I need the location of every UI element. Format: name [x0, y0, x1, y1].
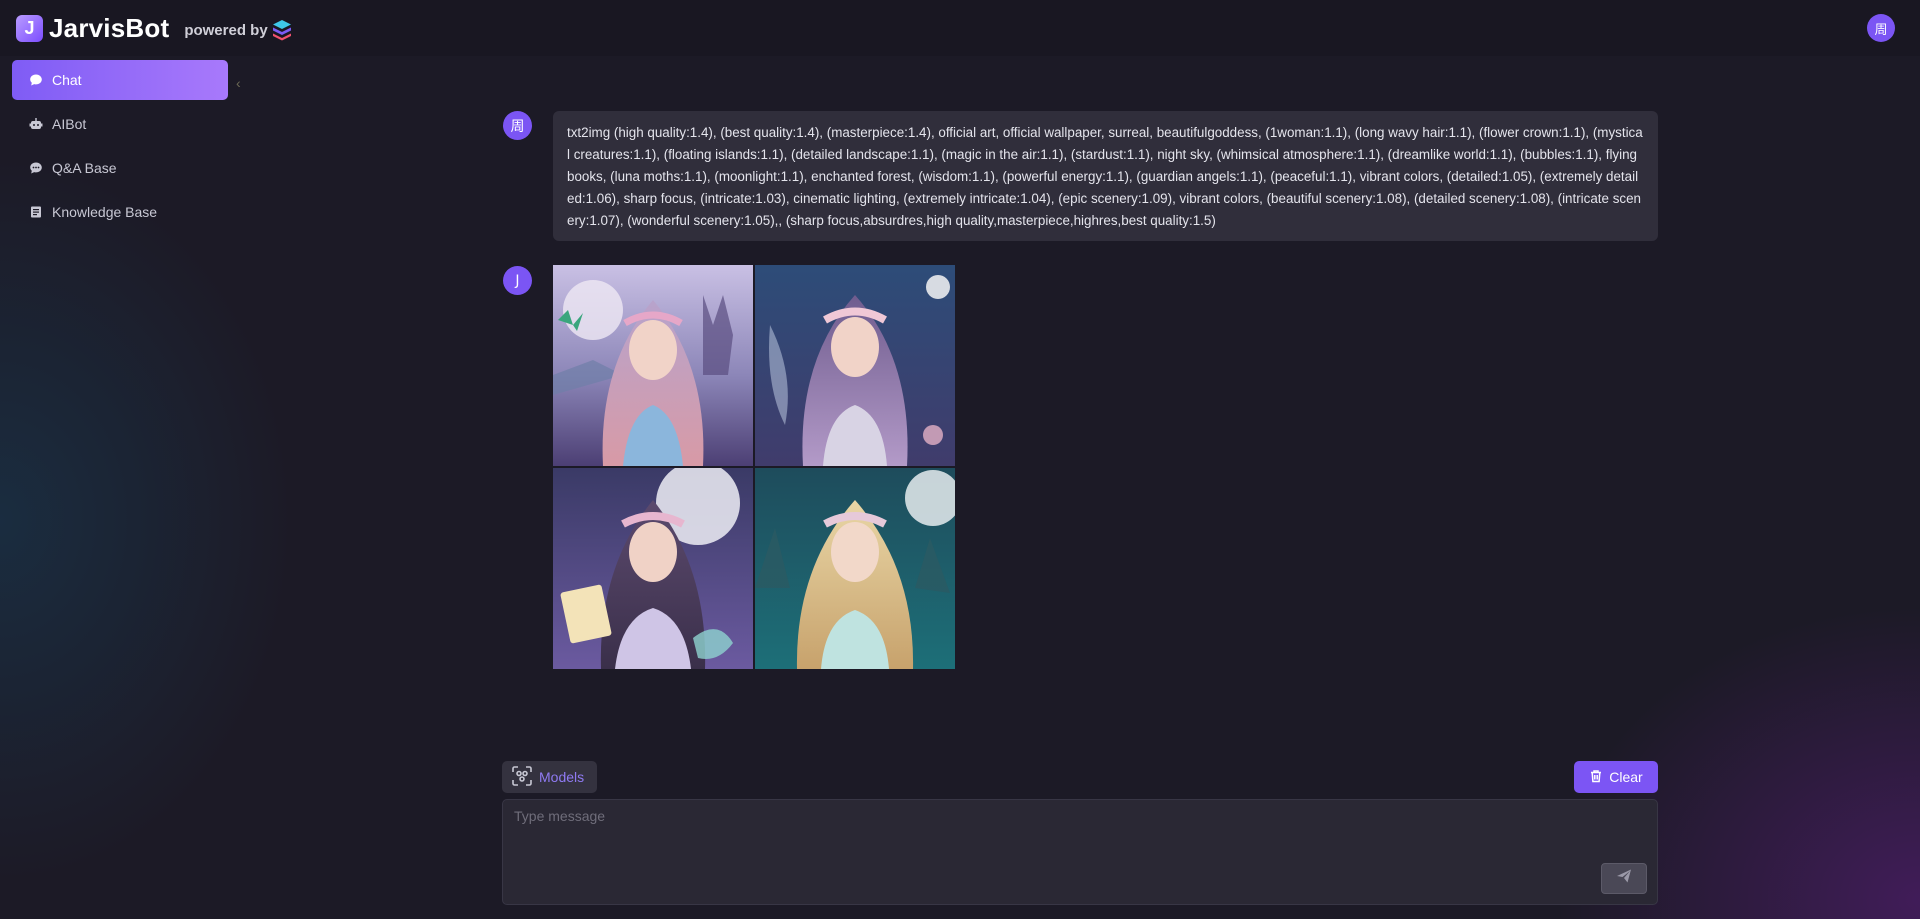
models-button[interactable]: Models: [502, 761, 597, 793]
sidebar-item-chat[interactable]: Chat: [12, 60, 228, 100]
send-icon: [1616, 868, 1632, 889]
book-icon: [28, 204, 44, 220]
generated-image-grid: [553, 265, 955, 669]
app-title: JarvisBot: [49, 12, 170, 43]
sidebar-collapse-chevron-icon[interactable]: ‹: [236, 75, 241, 91]
sidebar-item-label: Knowledge Base: [52, 204, 158, 220]
user-message-bubble: txt2img (high quality:1.4), (best qualit…: [553, 111, 1658, 241]
logo-letter: J: [24, 17, 35, 38]
sidebar: Chat AIBot Q&A Base Knowledge Base: [12, 60, 228, 236]
message-input-container: [502, 799, 1658, 905]
generated-image-3[interactable]: [553, 468, 753, 669]
models-scan-icon: [511, 765, 533, 790]
generated-image-2[interactable]: [755, 265, 955, 466]
top-header: J JarvisBot powered by 周: [0, 0, 1920, 56]
user-message-avatar: 周: [503, 111, 532, 140]
powered-by-label: powered by: [184, 21, 268, 39]
trash-icon: [1589, 769, 1603, 786]
message-input[interactable]: [503, 800, 1657, 904]
chat-bubble-icon: [28, 72, 44, 88]
clear-label: Clear: [1609, 769, 1643, 785]
models-label: Models: [539, 769, 585, 785]
sidebar-item-label: Chat: [52, 72, 82, 88]
user-message-text: txt2img (high quality:1.4), (best qualit…: [567, 125, 1643, 228]
sidebar-item-aibot[interactable]: AIBot: [12, 104, 228, 144]
jarvisbot-logo-icon: J: [16, 14, 43, 42]
sidebar-item-label: AIBot: [52, 116, 87, 132]
user-avatar-label: 周: [1874, 22, 1888, 38]
user-avatar[interactable]: 周: [1867, 14, 1895, 42]
sidebar-item-label: Q&A Base: [52, 160, 117, 176]
robot-icon: [28, 116, 44, 132]
generated-image-4[interactable]: [755, 468, 955, 669]
send-button[interactable]: [1601, 863, 1647, 894]
sidebar-item-qa-base[interactable]: Q&A Base: [12, 148, 228, 188]
sidebar-item-knowledge-base[interactable]: Knowledge Base: [12, 192, 228, 232]
bot-message-avatar-label: J: [515, 272, 520, 289]
clear-button[interactable]: Clear: [1574, 761, 1658, 793]
bot-message-avatar: J: [503, 266, 532, 295]
stack-logo-icon: [272, 19, 292, 41]
user-message-avatar-label: 周: [510, 118, 525, 135]
generated-image-1[interactable]: [553, 265, 753, 466]
qa-bubble-icon: [28, 160, 44, 176]
